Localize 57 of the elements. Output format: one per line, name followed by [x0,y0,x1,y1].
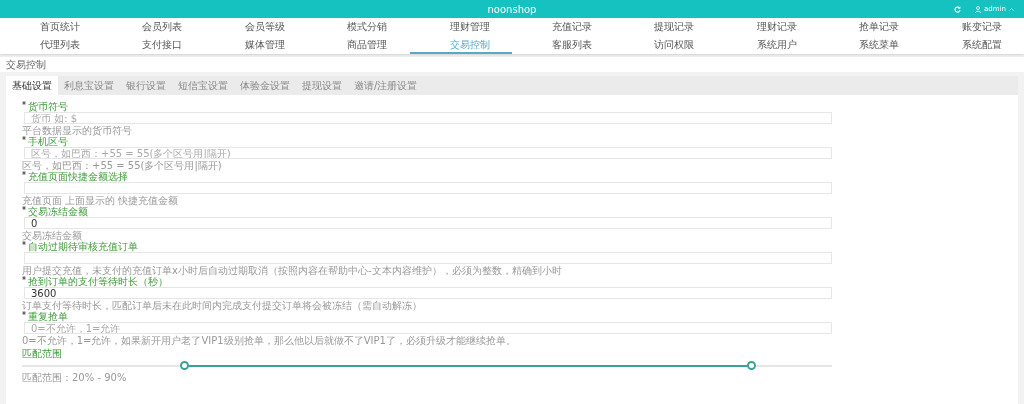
field-label: 交易冻结金额 [28,206,88,217]
required-icon [22,311,26,315]
help-text: 匹配范围：20% - 90% [22,372,128,383]
nav-item[interactable]: 访问权限 [614,36,717,54]
required-icon [22,241,26,245]
input-field[interactable]: 0=不允许，1=允许 [24,322,832,334]
help-text: 交易冻结金额 [22,230,83,241]
range-slider[interactable] [22,361,832,371]
slider-thumb[interactable] [180,361,189,370]
nav-item[interactable]: 媒体管理 [204,36,308,54]
input-field[interactable]: 货币 如: $ [24,112,832,124]
required-icon [22,136,26,140]
slider-thumb[interactable] [747,361,756,370]
nav-item[interactable]: 充值记录 [512,18,615,36]
nav-item[interactable]: 账变记录 [921,18,1024,36]
nav-item[interactable]: 商品管理 [307,36,410,54]
help-text: 充值页面 上面显示的 快捷充值金额 [22,195,180,206]
input-field[interactable] [24,182,832,194]
help-text: 平台数据显示的货币符号 [22,125,133,136]
help-text: 用户提交充值，未支付的充值订单x小时后自动过期取消（按照内容在帮助中心-文本内容维护），必须为整数，精确到小时 [22,265,563,276]
nav-item[interactable]: 会员列表 [102,18,205,36]
nav-item[interactable]: 系统用户 [716,36,820,54]
user-icon [975,5,982,13]
nav-item[interactable]: 系统菜单 [819,36,922,54]
nav-item[interactable]: 抢单记录 [819,18,922,36]
app-title: noonshop [487,2,537,17]
nav-item[interactable]: 代理列表 [0,36,103,54]
required-icon [22,101,26,105]
field-label: 手机区号 [28,136,68,147]
field-label: 抢到订单的支付等待时长（秒） [28,276,168,287]
field-label: 充值页面快捷金额选择 [28,171,128,182]
caret-icon [1009,7,1014,11]
nav-item[interactable]: 理财记录 [716,18,820,36]
nav-item[interactable]: 提现记录 [614,18,717,36]
help-text: 0=不允许，1=允许，如果新开用户老了VIP1级别抢单，那么他以后就做不了VIP1了，必须升级才能继续抢单。 [22,335,517,346]
nav-item[interactable]: 模式分销 [307,18,410,36]
nav-item[interactable]: 客服列表 [512,36,615,54]
nav-item[interactable]: 首页统计 [0,18,103,36]
help-text: 区号，如巴西：+55 = 55(多个区号用|隔开) [22,160,223,171]
required-icon [22,276,26,280]
help-text: 订单支付等待时长，匹配订单后未在此时间内完成支付提交订单将会被冻结（需自动解冻） [22,300,423,311]
field-label: 重复抢单 [28,311,68,322]
nav-item[interactable]: 会员等级 [204,18,308,36]
required-icon [22,171,26,175]
nav-item[interactable]: 支付接口 [102,36,205,54]
refresh-icon[interactable] [954,5,962,13]
field-label: 自动过期待审核充值订单 [28,241,138,252]
field-label: 货币符号 [28,101,68,112]
input-field[interactable] [24,252,832,264]
required-icon [22,206,26,210]
settings-tab[interactable]: 基础设置 [6,76,58,95]
nav-item[interactable]: 系统配置 [921,36,1024,54]
input-field[interactable]: 3600 [24,287,832,299]
nav-item[interactable]: 理财管理 [409,18,512,36]
field-label: 匹配范围 [22,348,62,359]
input-field[interactable]: 0 [24,217,832,229]
breadcrumb[interactable]: 交易控制 [6,59,46,70]
